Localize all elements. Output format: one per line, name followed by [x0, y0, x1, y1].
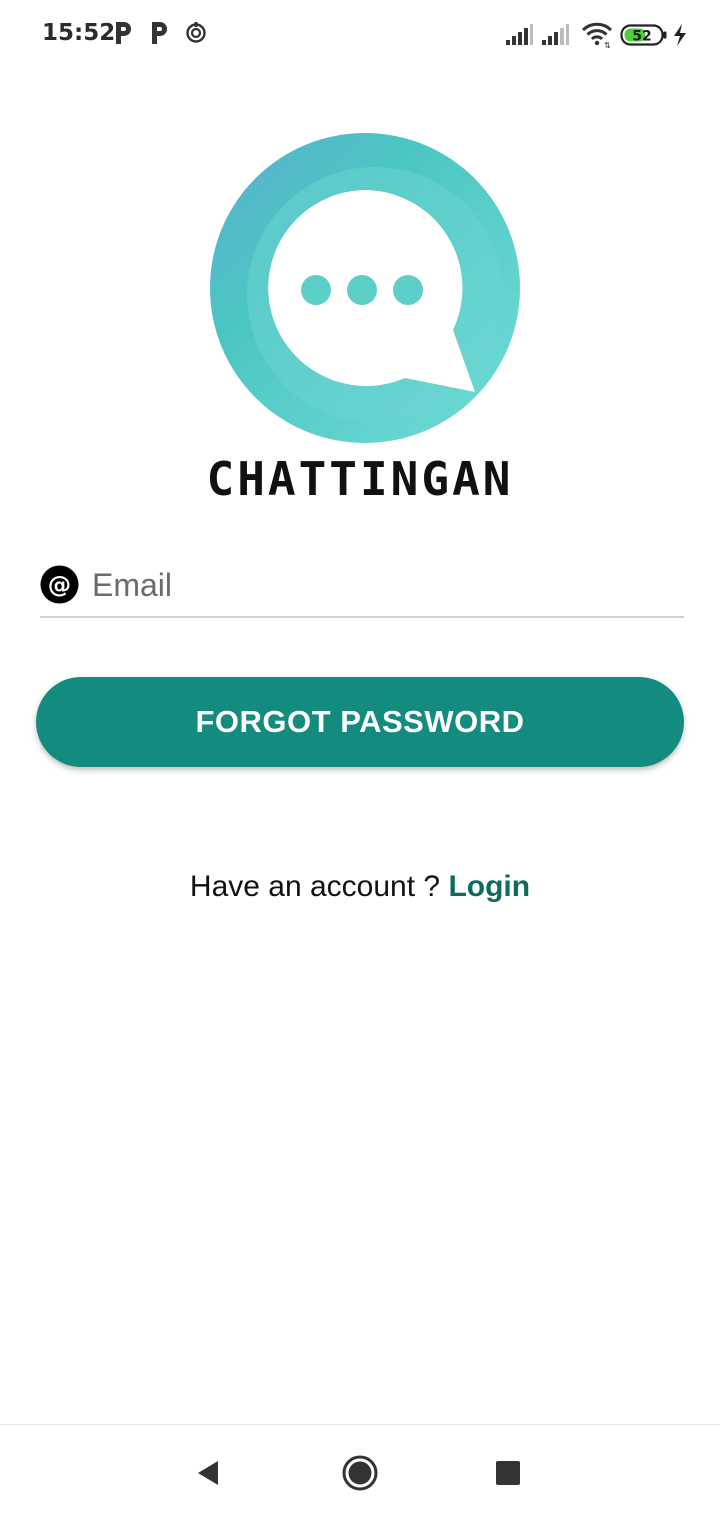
login-link[interactable]: Login	[448, 870, 530, 903]
typing-dot-icon	[347, 275, 377, 305]
status-time: 15:52	[42, 20, 116, 46]
typing-dot-icon	[301, 275, 331, 305]
svg-text:@: @	[48, 570, 71, 598]
account-prompt: Have an account ? Login	[0, 870, 720, 904]
recents-icon[interactable]	[486, 1451, 530, 1495]
battery-icon: 52	[620, 24, 667, 46]
at-icon: @	[40, 565, 79, 604]
wifi-icon: ⇅	[581, 22, 613, 48]
svg-text:⇅: ⇅	[604, 41, 611, 48]
brand-name: CHATTINGAN	[206, 452, 514, 506]
home-icon[interactable]	[338, 1451, 382, 1495]
account-prompt-text: Have an account ?	[189, 870, 449, 903]
forgot-password-screen: 15:52 ⇅ 52 CHATTINGAN @ Email FORGOT PAS…	[0, 0, 720, 1520]
charging-icon	[674, 24, 686, 46]
back-icon[interactable]	[186, 1451, 230, 1495]
email-field[interactable]: @	[40, 560, 684, 618]
typing-dot-icon	[393, 275, 423, 305]
email-input[interactable]	[92, 562, 672, 608]
forgot-password-button[interactable]: FORGOT PASSWORD	[36, 677, 684, 767]
navigation-bar	[0, 1424, 720, 1520]
p-app-icon	[152, 22, 167, 44]
signal-icon	[506, 24, 533, 45]
status-bar: 15:52 ⇅ 52	[0, 0, 720, 70]
battery-level-text: 52	[632, 29, 651, 45]
signal-icon	[542, 24, 569, 45]
p-app-icon	[116, 22, 131, 44]
sync-circle-icon	[186, 22, 206, 43]
app-logo	[210, 133, 520, 443]
